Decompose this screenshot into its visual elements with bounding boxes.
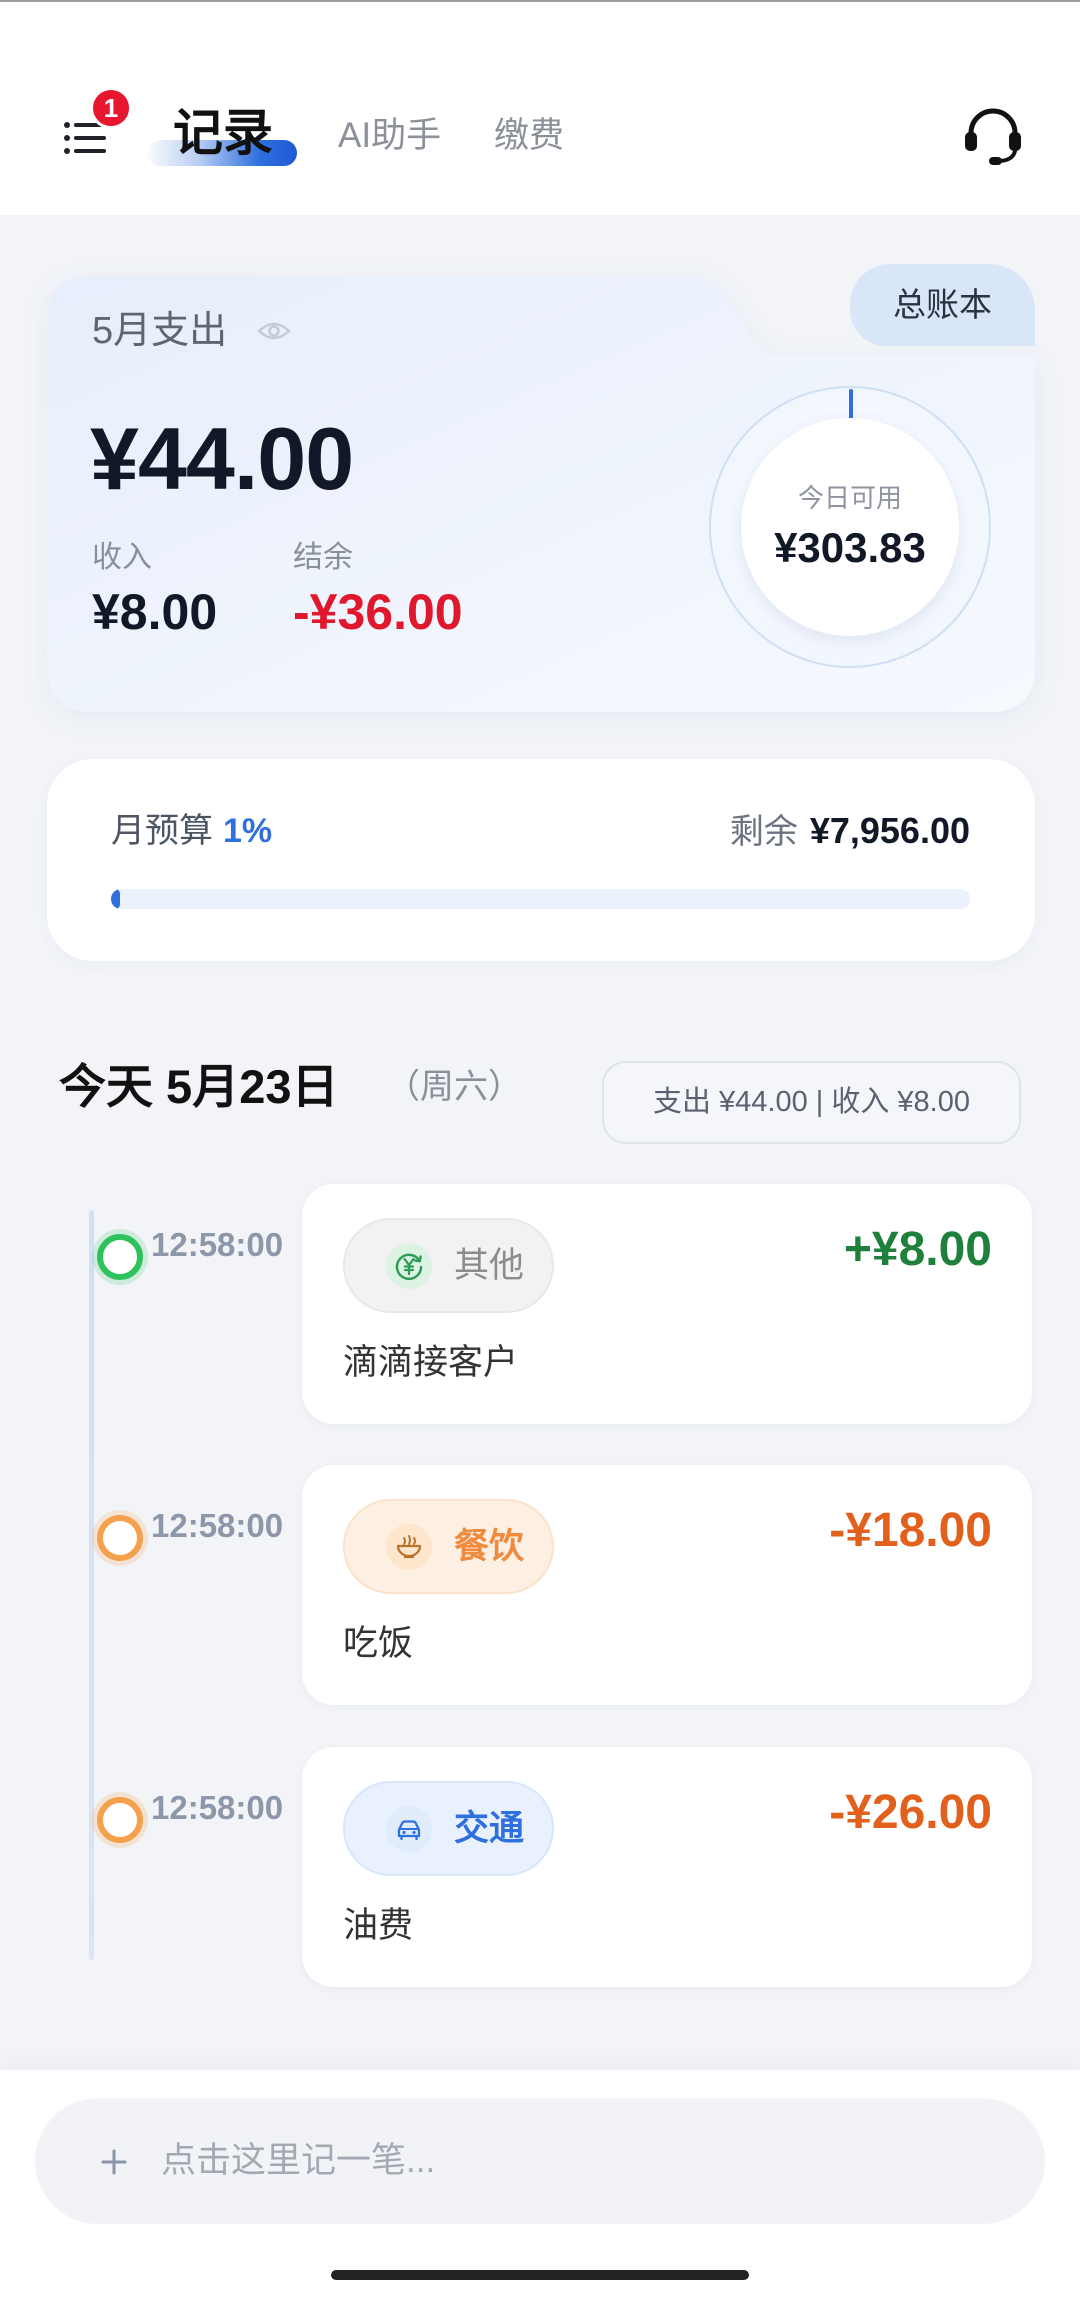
day-totals-chip: 支出 ¥44.00 | 收入 ¥8.00 bbox=[602, 1061, 1021, 1144]
eye-icon[interactable] bbox=[257, 320, 291, 342]
ring-progress-mark bbox=[849, 389, 853, 419]
plus-icon[interactable] bbox=[98, 2146, 130, 2178]
today-available-label: 今日可用 bbox=[797, 483, 902, 513]
budget-percent: 1% bbox=[223, 812, 273, 850]
record-amount: +¥8.00 bbox=[843, 1223, 992, 1276]
record-time: 12:58:00 bbox=[151, 1226, 284, 1263]
timeline-line bbox=[89, 1210, 94, 1960]
today-available-amount: ¥303.83 bbox=[774, 524, 926, 571]
income-label: 收入 bbox=[92, 541, 152, 574]
budget-header: 月预算 1% bbox=[111, 811, 272, 851]
monthly-budget-card[interactable] bbox=[47, 759, 1035, 961]
income-amount: ¥8.00 bbox=[92, 584, 218, 640]
record-card[interactable]: 交通 -¥26.00 油费 bbox=[302, 1747, 1032, 1987]
day-title: 今天 5月23日 bbox=[59, 1060, 339, 1113]
remaining-label: 剩余 bbox=[729, 813, 798, 851]
notification-badge: 1 bbox=[90, 87, 132, 129]
month-expense-amount: ¥44.00 bbox=[90, 409, 354, 508]
record-note: 滴滴接客户 bbox=[343, 1343, 519, 1382]
budget-progress-bar bbox=[111, 889, 970, 909]
record-card[interactable]: 其他 +¥8.00 滴滴接客户 bbox=[302, 1184, 1032, 1424]
tab-ai-assistant[interactable]: AI助手 bbox=[338, 116, 441, 156]
record-time: 12:58:00 bbox=[151, 1507, 284, 1544]
category-tag-other: 其他 bbox=[343, 1218, 554, 1313]
category-tag-transport: 交通 bbox=[343, 1781, 554, 1876]
record-amount: -¥18.00 bbox=[829, 1504, 992, 1557]
category-label: 其他 bbox=[454, 1246, 525, 1285]
record-note: 油费 bbox=[343, 1906, 414, 1945]
balance-amount: -¥36.00 bbox=[293, 584, 463, 640]
remaining-amount: ¥7,956.00 bbox=[809, 810, 970, 851]
budget-progress-fill bbox=[111, 889, 120, 909]
category-label: 餐饮 bbox=[454, 1527, 525, 1566]
month-expense-label: 5月支出 bbox=[92, 310, 228, 352]
day-weekday: （周六） bbox=[386, 1068, 522, 1106]
timeline-node-income bbox=[97, 1234, 143, 1280]
bowl-icon bbox=[386, 1524, 432, 1570]
yen-exchange-icon bbox=[386, 1243, 432, 1289]
budget-label: 月预算 bbox=[111, 812, 213, 850]
quick-record-placeholder[interactable]: 点击这里记一笔... bbox=[161, 2141, 435, 2181]
tab-payments[interactable]: 缴费 bbox=[494, 116, 564, 156]
budget-remaining: 剩余 ¥7,956.00 bbox=[730, 811, 970, 852]
record-card[interactable]: 餐饮 -¥18.00 吃饭 bbox=[302, 1465, 1032, 1705]
category-tag-dining: 餐饮 bbox=[343, 1499, 554, 1594]
tab-records[interactable]: 记录 bbox=[173, 105, 273, 161]
balance-label: 结余 bbox=[293, 541, 353, 574]
record-time: 12:58:00 bbox=[151, 1789, 284, 1826]
home-indicator bbox=[331, 2270, 749, 2280]
car-icon bbox=[386, 1806, 432, 1852]
headset-icon[interactable] bbox=[962, 106, 1024, 166]
category-label: 交通 bbox=[454, 1809, 525, 1848]
top-app-bar bbox=[0, 0, 1080, 215]
record-note: 吃饭 bbox=[343, 1624, 414, 1663]
timeline-node-expense bbox=[97, 1797, 143, 1843]
record-amount: -¥26.00 bbox=[829, 1786, 992, 1839]
timeline-node-expense bbox=[97, 1515, 143, 1561]
ledger-selector-tab[interactable]: 总账本 bbox=[850, 264, 1035, 346]
